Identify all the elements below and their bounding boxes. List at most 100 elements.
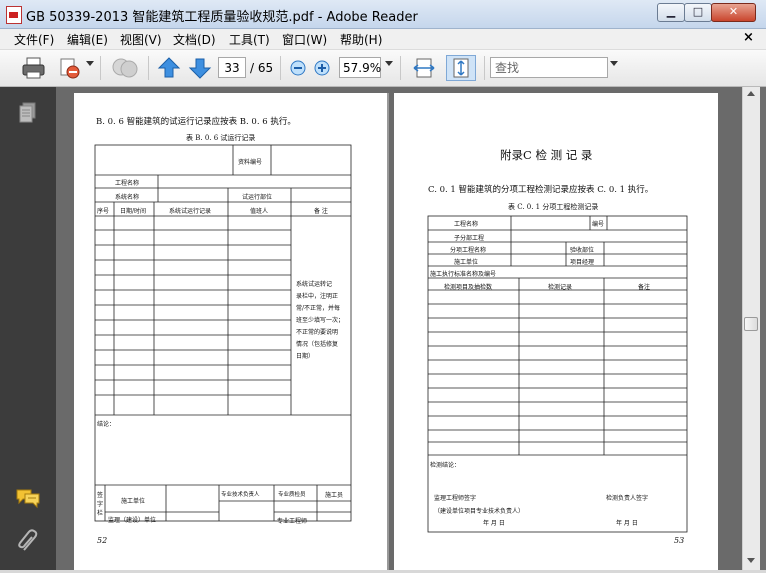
supervisor-sign-label: 监理工程师签字 — [434, 495, 477, 502]
item-project-label: 分项工程名称 — [450, 247, 487, 254]
navigation-panel — [0, 87, 56, 573]
col-item: 检测项目及抽检数 — [444, 284, 493, 291]
toolbar-separator — [148, 56, 149, 80]
note-line: 不正常的要说明 — [296, 329, 339, 336]
zoom-level-input[interactable]: 57.9% — [339, 57, 381, 78]
trial-part-label: 试运行部位 — [242, 194, 273, 201]
menu-view[interactable]: 视图(V) — [120, 31, 162, 48]
window-title: GB 50339-2013 智能建筑工程质量验收规范.pdf - Adobe R… — [26, 10, 418, 25]
maximize-button[interactable]: □ — [684, 3, 712, 22]
comments-icon — [16, 489, 40, 509]
menu-edit[interactable]: 编辑(E) — [67, 31, 108, 48]
standard-label: 施工执行标准名称及编号 — [430, 271, 497, 278]
project-manager-label: 项目经理 — [570, 259, 595, 266]
previous-page-button[interactable] — [156, 55, 182, 81]
toolbar-separator — [400, 56, 401, 80]
search-dropdown-icon[interactable] — [610, 61, 618, 66]
attachments-panel-button[interactable] — [16, 528, 40, 558]
col-note: 备注 — [638, 284, 651, 291]
menu-window[interactable]: 窗口(W) — [282, 31, 327, 48]
construction-unit-label: 施工单位 — [454, 259, 479, 266]
inspection-part-label: 验收部位 — [570, 247, 595, 254]
share-button[interactable] — [56, 55, 84, 81]
share-dropdown-icon[interactable] — [86, 61, 94, 66]
next-page-button[interactable] — [187, 55, 213, 81]
fit-page-button[interactable] — [446, 55, 476, 81]
menu-help[interactable]: 帮助(H) — [340, 31, 382, 48]
paperclip-icon — [18, 529, 38, 551]
note-line: 录栏中，注明正 — [296, 293, 339, 300]
sub-project-label: 子分部工程 — [454, 235, 485, 242]
note-line: 班至少填写一次； — [296, 317, 345, 324]
menu-document[interactable]: 文档(D) — [173, 31, 216, 48]
pages-panel-button[interactable] — [17, 101, 39, 129]
collaborate-icon — [112, 58, 138, 78]
toolbar-separator — [484, 56, 485, 80]
collaborate-button[interactable] — [110, 55, 140, 81]
fit-page-icon — [453, 58, 469, 78]
scroll-down-icon[interactable] — [747, 558, 755, 563]
project-name-label: 工程名称 — [115, 180, 140, 187]
sign-column-label: 签字栏 — [97, 492, 104, 517]
worker-label: 施工员 — [325, 492, 344, 499]
page-number: 52 — [97, 536, 108, 545]
fit-width-icon — [413, 58, 435, 78]
pdf-app-icon — [6, 6, 22, 24]
conclusion-label: 结论： — [97, 421, 116, 428]
tech-lead-label: 专业技术负责人 — [221, 492, 260, 498]
menu-tools[interactable]: 工具(T) — [229, 31, 270, 48]
specialty-engineer-label: 专业工程师 — [277, 518, 308, 525]
col-record: 系统试运行记录 — [169, 208, 212, 215]
note-line: 日期） — [296, 353, 315, 360]
scrolling-mode-button[interactable] — [410, 55, 438, 81]
number-label: 编号 — [592, 221, 605, 228]
share-document-icon — [60, 58, 80, 79]
vertical-scrollbar[interactable] — [742, 87, 760, 570]
minimize-button[interactable]: ▁ — [657, 3, 685, 22]
page-number: 53 — [674, 536, 685, 545]
qa-inspector-label: 专业质检员 — [278, 492, 306, 498]
document-viewport: B. 0. 6 智能建筑的试运行记录应按表 B. 0. 6 执行。 表 B. 0… — [56, 87, 742, 570]
zoom-out-icon — [290, 60, 306, 76]
col-record: 检测记录 — [548, 284, 573, 291]
arrow-up-icon — [157, 57, 181, 78]
project-name-label: 工程名称 — [454, 221, 479, 228]
conclusion-label: 检测结论： — [430, 462, 461, 469]
supervisor-sign-sublabel: （建设单位项目专业技术负责人） — [434, 508, 525, 515]
note-line: 系统试运转记 — [296, 281, 333, 288]
zoom-dropdown-icon[interactable] — [385, 61, 393, 66]
toolbar: 33 / 65 57.9% 查找 — [0, 50, 766, 87]
search-input[interactable]: 查找 — [490, 57, 608, 78]
col-no: 序号 — [97, 208, 110, 215]
zoom-in-icon — [314, 60, 330, 76]
close-button[interactable]: ✕ — [711, 3, 756, 22]
zoom-in-button[interactable] — [312, 55, 332, 81]
menu-file[interactable]: 文件(F) — [14, 31, 54, 48]
toolbar-separator — [280, 56, 281, 80]
pages-icon — [19, 102, 36, 123]
construction-unit-label: 施工单位 — [121, 498, 146, 505]
system-name-label: 系统名称 — [115, 194, 140, 201]
supervision-unit-label: 监理（建设）单位 — [108, 517, 157, 524]
note-line: 常/不正常，并每 — [296, 305, 341, 312]
scroll-up-icon[interactable] — [747, 91, 755, 96]
scroll-thumb[interactable] — [744, 317, 758, 331]
note-line: 情况（包括修复 — [296, 341, 339, 348]
document-close-icon[interactable]: × — [743, 30, 754, 45]
comments-panel-button[interactable] — [15, 487, 41, 513]
arrow-down-icon — [188, 58, 212, 79]
title-bar: GB 50339-2013 智能建筑工程质量验收规范.pdf - Adobe R… — [0, 0, 766, 29]
col-note: 备 注 — [314, 208, 328, 215]
page-number-input[interactable]: 33 — [218, 57, 246, 78]
sign-date-right: 年 月 日 — [616, 520, 638, 527]
col-date: 日期/时间 — [120, 208, 147, 215]
printer-icon — [22, 57, 45, 79]
print-button[interactable] — [20, 55, 48, 81]
zoom-out-button[interactable] — [288, 55, 308, 81]
toolbar-separator — [100, 56, 101, 80]
page-total-label: / 65 — [250, 61, 274, 75]
inspector-sign-label: 检测负责人签字 — [606, 495, 649, 502]
doc-number-label: 资料编号 — [238, 159, 263, 166]
menu-bar: 文件(F) 编辑(E) 视图(V) 文档(D) 工具(T) 窗口(W) 帮助(H… — [0, 29, 766, 50]
pdf-page-left: B. 0. 6 智能建筑的试运行记录应按表 B. 0. 6 执行。 表 B. 0… — [74, 93, 389, 570]
